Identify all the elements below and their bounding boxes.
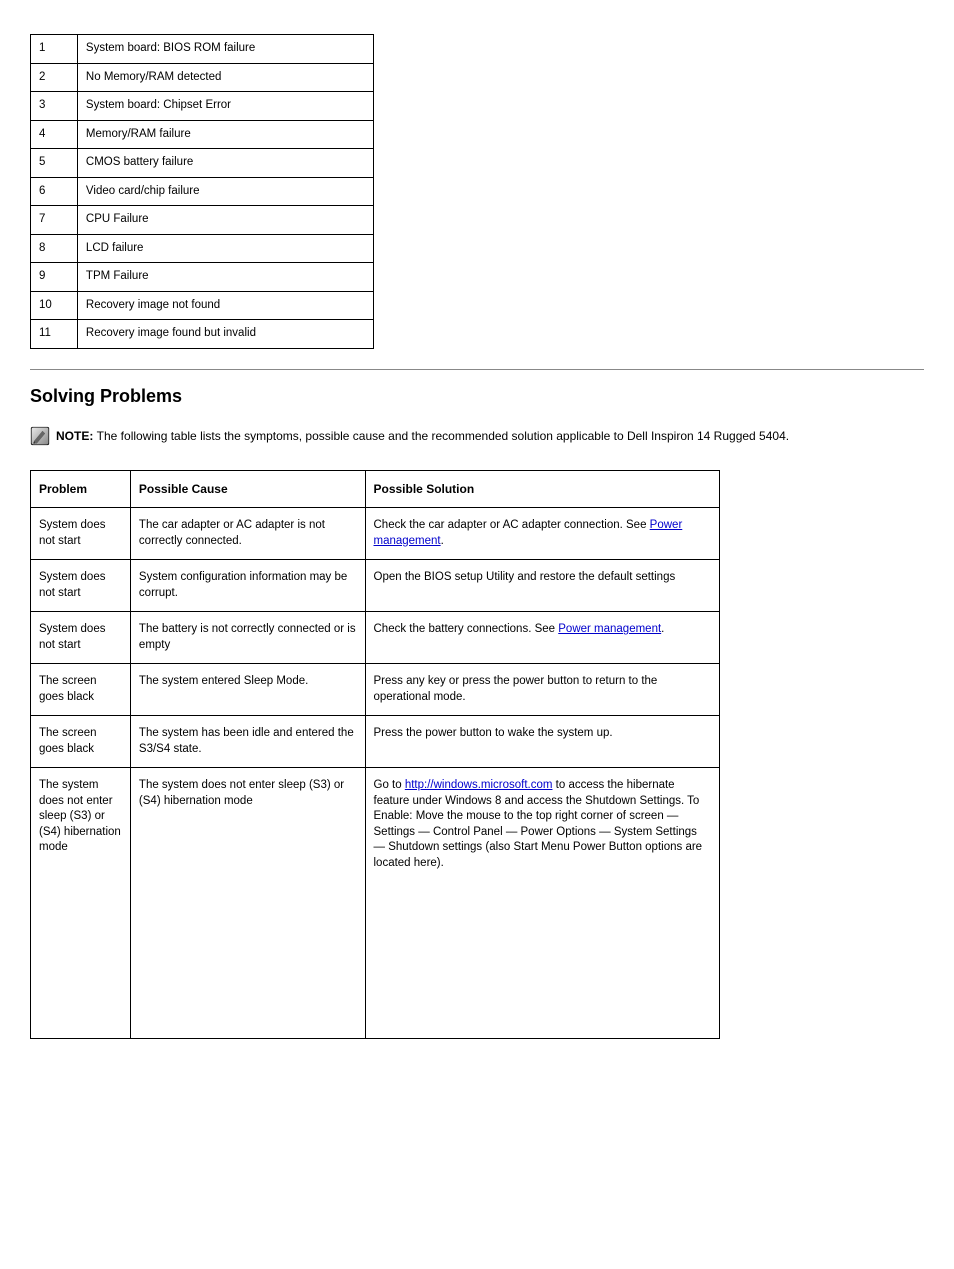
table-row: The screen goes blackThe system has been… bbox=[31, 716, 720, 768]
cell-cause: The battery is not correctly connected o… bbox=[130, 612, 365, 664]
cell-cause: The system does not enter sleep (S3) or … bbox=[130, 768, 365, 1039]
solution-text: . bbox=[441, 535, 444, 547]
cell-solution: Check the car adapter or AC adapter conn… bbox=[365, 508, 720, 560]
led-code-row: 3System board: Chipset Error bbox=[31, 92, 374, 121]
cell-cause: The system has been idle and entered the… bbox=[130, 716, 365, 768]
led-code-row: 7CPU Failure bbox=[31, 206, 374, 235]
led-code-number: 10 bbox=[31, 291, 78, 320]
led-code-number: 3 bbox=[31, 92, 78, 121]
solution-text: Press any key or press the power button … bbox=[374, 675, 658, 703]
table-header-row: Problem Possible Cause Possible Solution bbox=[31, 470, 720, 507]
table-row: The system does not enter sleep (S3) or … bbox=[31, 768, 720, 1039]
section-divider bbox=[30, 369, 924, 370]
led-code-description: TPM Failure bbox=[77, 263, 373, 292]
solution-text: Go to bbox=[374, 779, 405, 791]
led-code-description: Memory/RAM failure bbox=[77, 120, 373, 149]
note-icon bbox=[30, 426, 50, 446]
solution-text: Press the power button to wake the syste… bbox=[374, 727, 613, 739]
led-code-row: 9TPM Failure bbox=[31, 263, 374, 292]
header-solution: Possible Solution bbox=[365, 470, 720, 507]
cell-problem: The screen goes black bbox=[31, 664, 131, 716]
solution-text: to access the hibernate feature under Wi… bbox=[374, 779, 703, 869]
table-row: System does not startThe car adapter or … bbox=[31, 508, 720, 560]
header-problem: Problem bbox=[31, 470, 131, 507]
cell-problem: System does not start bbox=[31, 508, 131, 560]
led-code-row: 4Memory/RAM failure bbox=[31, 120, 374, 149]
led-code-number: 1 bbox=[31, 35, 78, 64]
led-codes-table: 1System board: BIOS ROM failure2No Memor… bbox=[30, 34, 374, 349]
led-code-number: 11 bbox=[31, 320, 78, 349]
table-row: System does not startSystem configuratio… bbox=[31, 560, 720, 612]
cell-solution: Open the BIOS setup Utility and restore … bbox=[365, 560, 720, 612]
cell-solution: Press any key or press the power button … bbox=[365, 664, 720, 716]
cell-problem: The screen goes black bbox=[31, 716, 131, 768]
led-code-number: 2 bbox=[31, 63, 78, 92]
cell-solution: Go to http://windows.microsoft.com to ac… bbox=[365, 768, 720, 1039]
cell-solution: Check the battery connections. See Power… bbox=[365, 612, 720, 664]
led-code-number: 5 bbox=[31, 149, 78, 178]
led-code-row: 5CMOS battery failure bbox=[31, 149, 374, 178]
led-code-description: CPU Failure bbox=[77, 206, 373, 235]
led-code-row: 8LCD failure bbox=[31, 234, 374, 263]
solution-text: Check the car adapter or AC adapter conn… bbox=[374, 519, 650, 531]
solution-link[interactable]: http://windows.microsoft.com bbox=[405, 779, 553, 791]
cell-problem: System does not start bbox=[31, 560, 131, 612]
led-code-row: 2No Memory/RAM detected bbox=[31, 63, 374, 92]
led-code-number: 9 bbox=[31, 263, 78, 292]
led-code-number: 8 bbox=[31, 234, 78, 263]
led-code-row: 10Recovery image not found bbox=[31, 291, 374, 320]
led-code-description: System board: Chipset Error bbox=[77, 92, 373, 121]
cell-cause: System configuration information may be … bbox=[130, 560, 365, 612]
led-code-number: 6 bbox=[31, 177, 78, 206]
led-code-description: Recovery image found but invalid bbox=[77, 320, 373, 349]
led-code-description: Video card/chip failure bbox=[77, 177, 373, 206]
led-code-row: 11Recovery image found but invalid bbox=[31, 320, 374, 349]
solution-text: . bbox=[661, 623, 664, 635]
led-code-description: LCD failure bbox=[77, 234, 373, 263]
led-code-number: 4 bbox=[31, 120, 78, 149]
table-row: The screen goes blackThe system entered … bbox=[31, 664, 720, 716]
led-code-description: CMOS battery failure bbox=[77, 149, 373, 178]
cell-problem: The system does not enter sleep (S3) or … bbox=[31, 768, 131, 1039]
solution-link[interactable]: Power management bbox=[558, 623, 661, 635]
cell-cause: The car adapter or AC adapter is not cor… bbox=[130, 508, 365, 560]
note-body: The following table lists the symptoms, … bbox=[97, 429, 789, 443]
table-row: System does not startThe battery is not … bbox=[31, 612, 720, 664]
led-code-row: 6Video card/chip failure bbox=[31, 177, 374, 206]
led-code-description: System board: BIOS ROM failure bbox=[77, 35, 373, 64]
header-cause: Possible Cause bbox=[130, 470, 365, 507]
cell-solution: Press the power button to wake the syste… bbox=[365, 716, 720, 768]
note-prefix: NOTE: bbox=[56, 429, 97, 443]
cell-problem: System does not start bbox=[31, 612, 131, 664]
cell-cause: The system entered Sleep Mode. bbox=[130, 664, 365, 716]
led-code-description: No Memory/RAM detected bbox=[77, 63, 373, 92]
led-code-description: Recovery image not found bbox=[77, 291, 373, 320]
note-block: NOTE: The following table lists the symp… bbox=[30, 426, 924, 446]
led-code-number: 7 bbox=[31, 206, 78, 235]
note-text: NOTE: The following table lists the symp… bbox=[56, 426, 789, 444]
solution-text: Open the BIOS setup Utility and restore … bbox=[374, 571, 676, 583]
solution-text: Check the battery connections. See bbox=[374, 623, 559, 635]
problems-table: Problem Possible Cause Possible Solution… bbox=[30, 470, 720, 1039]
section-title: Solving Problems bbox=[30, 384, 924, 408]
led-code-row: 1System board: BIOS ROM failure bbox=[31, 35, 374, 64]
